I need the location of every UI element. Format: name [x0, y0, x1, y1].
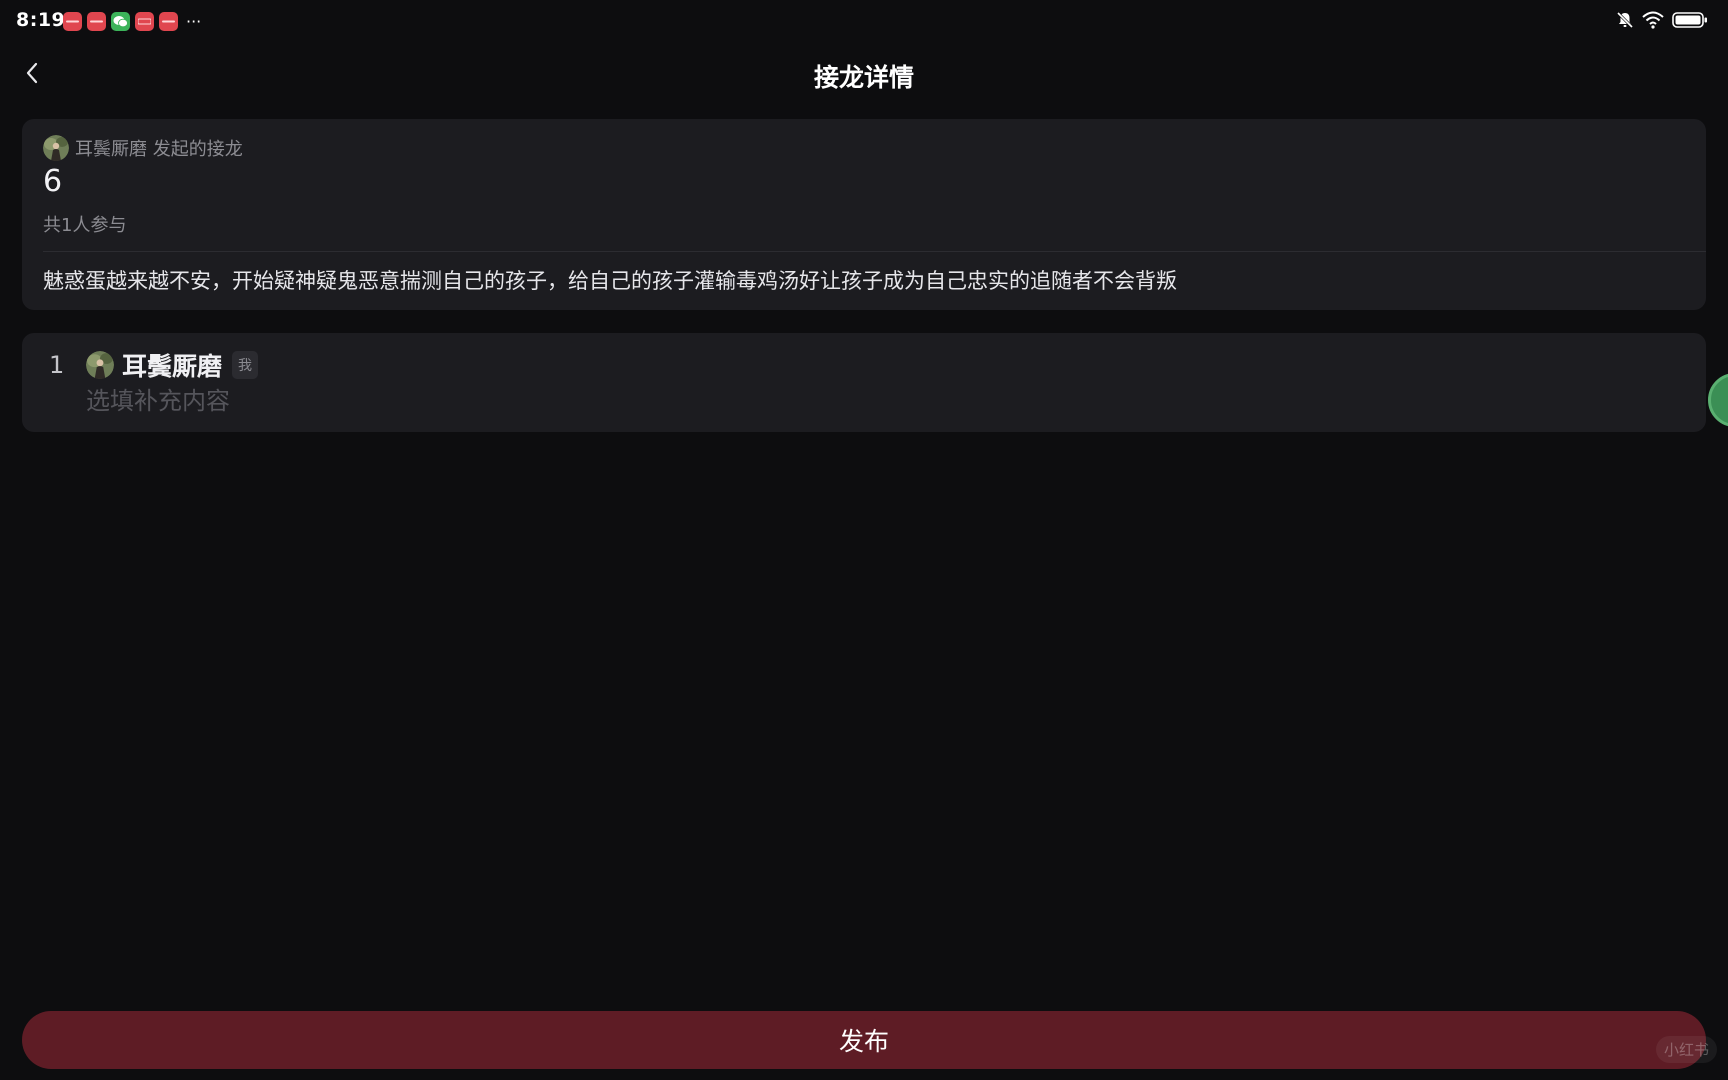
entry-user-name: 耳鬓厮磨	[122, 352, 223, 381]
me-badge: 我	[232, 351, 259, 379]
notification-icons: ···	[63, 12, 201, 31]
mute-icon	[1616, 11, 1634, 33]
relay-entry: 1 耳鬓厮磨 我	[22, 333, 1706, 432]
relay-description: 魅惑蛋越来越不安，开始疑神疑鬼恶意揣测自己的孩子，给自己的孩子灌输毒鸡汤好让孩子…	[43, 269, 1177, 293]
floating-assistant-button[interactable]	[1708, 373, 1728, 427]
status-bar: 8:19 ···	[0, 0, 1728, 44]
initiator-row: 耳鬓厮磨 发起的接龙	[43, 135, 243, 161]
page-title: 接龙详情	[813, 63, 914, 92]
battery-icon	[1672, 11, 1708, 33]
divider	[43, 251, 1706, 252]
watermark-logo: 小红书	[1656, 1036, 1718, 1063]
app-notification-icon	[87, 12, 106, 31]
status-time: 8:19	[16, 9, 66, 31]
publish-button[interactable]: 发布	[22, 1011, 1706, 1069]
header: 接龙详情	[0, 44, 1728, 106]
entry-index: 1	[49, 351, 65, 379]
more-notifications-icon: ···	[186, 12, 202, 31]
relay-summary-card: 耳鬓厮磨 发起的接龙 6 共1人参与 魅惑蛋越来越不安，开始疑神疑鬼恶意揣测自己…	[22, 119, 1706, 310]
avatar[interactable]	[86, 351, 114, 379]
wechat-icon	[111, 12, 130, 31]
status-right	[1616, 11, 1708, 33]
app-notification-icon	[135, 12, 154, 31]
initiator-label: 耳鬓厮磨 发起的接龙	[75, 139, 243, 160]
app-notification-icon	[63, 12, 82, 31]
supplement-input[interactable]	[86, 383, 886, 419]
avatar[interactable]	[43, 135, 69, 161]
entry-header: 耳鬓厮磨 我	[86, 347, 259, 383]
screen: 8:19 ··· 接龙详情 耳鬓厮磨 发起的接龙 6 共1人参与 魅惑蛋越来越不…	[0, 0, 1728, 1080]
relay-title: 6	[43, 164, 63, 199]
app-notification-icon	[159, 12, 178, 31]
participant-count: 共1人参与	[43, 215, 127, 236]
wifi-icon	[1642, 11, 1664, 33]
